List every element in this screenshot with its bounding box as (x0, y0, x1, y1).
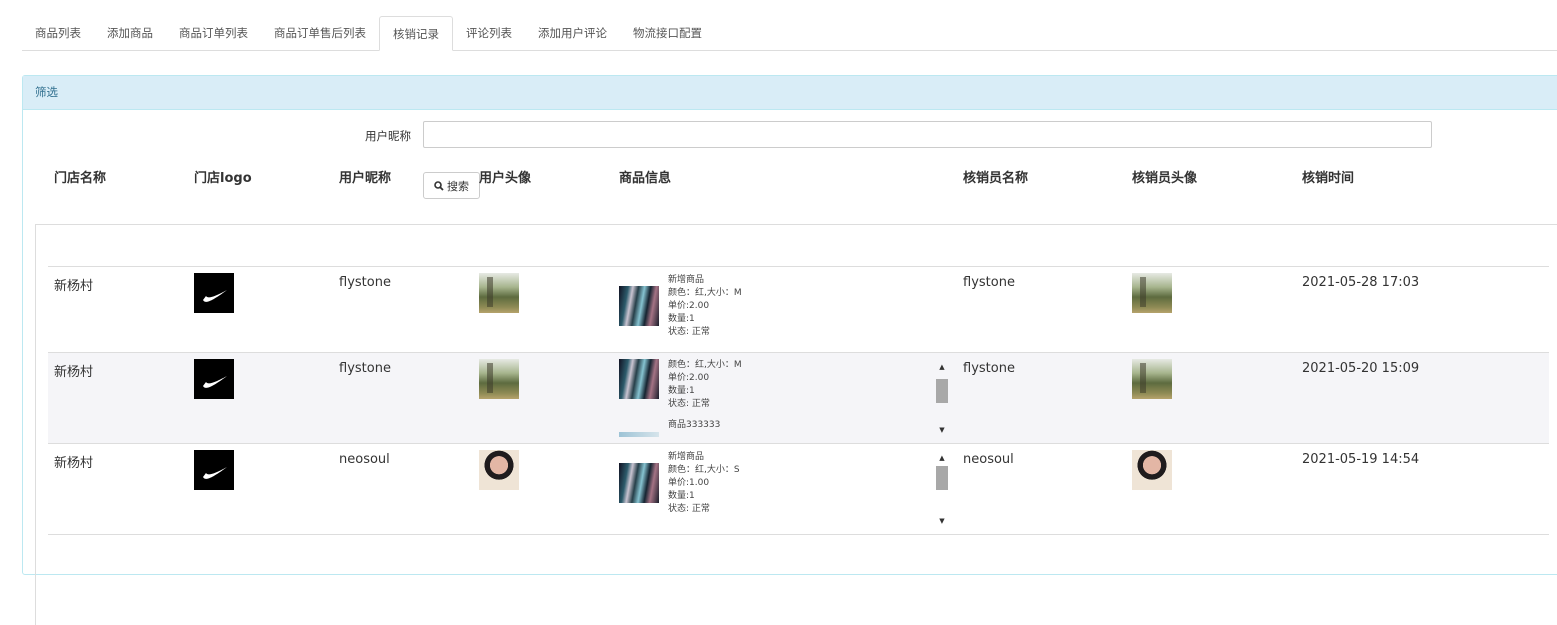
verify-time: 2021-05-19 14:54 (1302, 452, 1420, 467)
goods-image (619, 432, 659, 437)
scroll-thumb[interactable] (936, 379, 948, 403)
goods-scrollbar[interactable]: ▲ ▼ (935, 452, 949, 527)
tab-goods-orders[interactable]: 商品订单列表 (166, 16, 261, 50)
scroll-down-icon[interactable]: ▼ (935, 515, 949, 527)
tab-logistics-config[interactable]: 物流接口配置 (620, 16, 715, 50)
store-logo (194, 450, 234, 490)
store-name: 新杨村 (54, 365, 94, 380)
tab-after-sales[interactable]: 商品订单售后列表 (261, 16, 379, 50)
verifier-avatar (1132, 273, 1172, 313)
store-name: 新杨村 (54, 279, 94, 294)
verifier-name: flystone (963, 275, 1015, 290)
tab-add-user-comment[interactable]: 添加用户评论 (525, 16, 620, 50)
user-avatar (479, 273, 519, 313)
user-avatar (479, 450, 519, 490)
user-nickname: neosoul (339, 452, 390, 467)
row-divider (48, 534, 1549, 535)
col-verifier-name: 核销员名称 (963, 171, 1029, 186)
tab-bar: 商品列表 添加商品 商品订单列表 商品订单售后列表 核销记录 评论列表 添加用户… (22, 16, 1557, 51)
tab-verification-records[interactable]: 核销记录 (379, 16, 453, 51)
filter-panel-title: 筛选 (23, 76, 1557, 110)
swoosh-icon (203, 376, 227, 388)
nickname-label: 用户昵称 (365, 129, 411, 143)
goods-info: 商品333333 (668, 420, 721, 430)
store-logo (194, 359, 234, 399)
tab-goods-list[interactable]: 商品列表 (22, 16, 94, 50)
scroll-thumb[interactable] (936, 466, 948, 490)
user-nickname: flystone (339, 361, 391, 376)
col-user-avatar: 用户头像 (479, 171, 532, 186)
search-icon (434, 180, 444, 191)
goods-scrollbar[interactable]: ▲ ▼ (935, 361, 949, 436)
goods-image (619, 359, 659, 399)
col-user-nickname: 用户昵称 (339, 171, 392, 186)
goods-info: 新增商品 颜色：红,大小：M 单价:2.00 数量:1 状态: 正常 (668, 275, 742, 337)
scroll-up-icon[interactable]: ▲ (935, 452, 949, 464)
swoosh-icon (203, 290, 227, 302)
tab-comment-list[interactable]: 评论列表 (453, 16, 525, 50)
goods-image (619, 286, 659, 326)
col-store-name: 门店名称 (54, 171, 107, 186)
user-avatar (479, 359, 519, 399)
goods-info: 新增商品 颜色：红,大小：S 单价:1.00 数量:1 状态: 正常 (668, 452, 740, 514)
verifier-name: flystone (963, 361, 1015, 376)
scroll-up-icon[interactable]: ▲ (935, 361, 949, 373)
search-button-label: 搜索 (447, 179, 469, 193)
verify-time: 2021-05-20 15:09 (1302, 361, 1420, 376)
col-store-logo: 门店logo (194, 171, 252, 186)
scroll-down-icon[interactable]: ▼ (935, 424, 949, 436)
col-verify-time: 核销时间 (1302, 171, 1355, 186)
verify-time: 2021-05-28 17:03 (1302, 275, 1420, 290)
nickname-input[interactable] (423, 121, 1432, 148)
col-verifier-avatar: 核销员头像 (1132, 171, 1198, 186)
store-name: 新杨村 (54, 456, 94, 471)
verifier-avatar (1132, 450, 1172, 490)
goods-image (619, 463, 659, 503)
tab-add-goods[interactable]: 添加商品 (94, 16, 166, 50)
user-nickname: flystone (339, 275, 391, 290)
col-goods-info: 商品信息 (619, 171, 672, 186)
verifier-avatar (1132, 359, 1172, 399)
verifier-name: neosoul (963, 452, 1014, 467)
swoosh-icon (203, 467, 227, 479)
search-button[interactable]: 搜索 (423, 172, 480, 199)
store-logo (194, 273, 234, 313)
goods-info: 颜色：红,大小：M 单价:2.00 数量:1 状态: 正常 (668, 360, 742, 409)
